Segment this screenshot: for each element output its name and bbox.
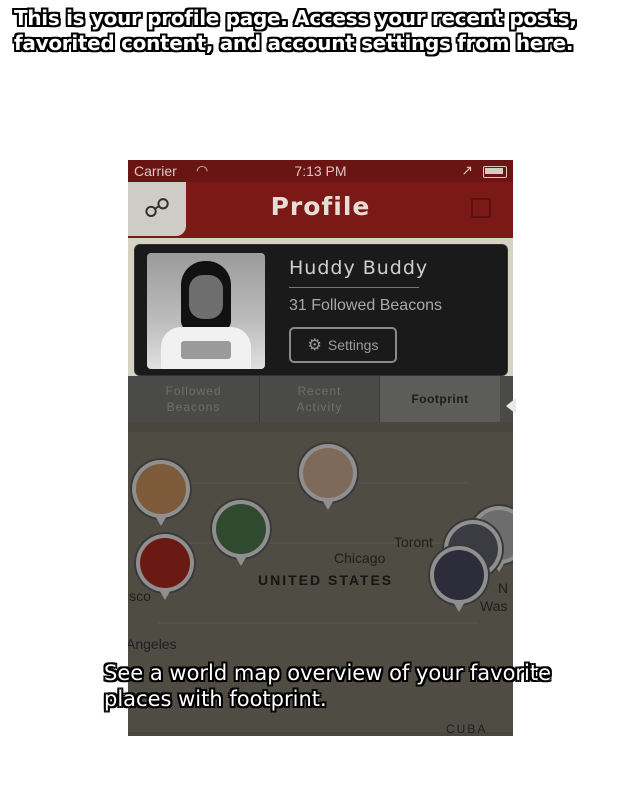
battery-icon (483, 166, 507, 178)
map-label-los-angeles: Angeles (128, 636, 177, 652)
map-label-cuba: CUBA (446, 722, 488, 736)
phone-screen: Carrier ◠ 7:13 PM ↗ ☍ Profile Huddy Budd… (128, 160, 513, 736)
map-label-san-francisco: isco (128, 588, 151, 604)
tab-recent-activity[interactable]: Recent Activity (260, 376, 380, 422)
pin-photo (216, 504, 266, 554)
map-road (158, 622, 478, 624)
status-bar: Carrier ◠ 7:13 PM ↗ (128, 160, 513, 182)
status-time: 7:13 PM (294, 163, 347, 179)
tab-followed-beacons[interactable]: Followed Beacons (128, 376, 260, 422)
followed-beacons-count: 31 Followed Beacons (289, 297, 442, 314)
map-label-washington: Was (480, 598, 508, 614)
map-pin[interactable] (132, 460, 190, 526)
map-pin[interactable] (212, 500, 270, 566)
nav-bar: ☍ Profile (128, 182, 513, 238)
pin-photo (303, 448, 353, 498)
profile-tabs: Followed Beacons Recent Activity Footpri… (128, 376, 513, 422)
compose-icon[interactable] (471, 198, 491, 218)
tab-label: Recent Activity (296, 383, 343, 414)
profile-name: Huddy Buddy (289, 257, 429, 279)
gear-icon: ⚙ (307, 337, 322, 354)
map-pin[interactable] (136, 534, 194, 600)
pin-photo (434, 550, 484, 600)
map-label-toronto: Toront (394, 534, 433, 550)
page-title: Profile (270, 192, 371, 221)
pin-photo (140, 538, 190, 588)
chevron-left-icon (506, 398, 516, 414)
name-divider (289, 287, 419, 288)
map-pin[interactable] (430, 546, 488, 612)
map-pin[interactable] (299, 444, 357, 510)
avatar (147, 253, 265, 369)
tab-footprint[interactable]: Footprint (380, 376, 500, 422)
tab-label: Followed Beacons (165, 383, 222, 414)
location-arrow-icon: ↗ (461, 162, 473, 178)
settings-label: Settings (327, 337, 379, 353)
bottom-caption: See a world map overview of your favorit… (104, 661, 552, 712)
tab-label: Footprint (411, 391, 469, 406)
top-caption: This is your profile page. Access your r… (14, 6, 577, 55)
map-label-chicago: Chicago (334, 550, 386, 566)
profile-card: Huddy Buddy 31 Followed Beacons ⚙ Settin… (134, 244, 508, 376)
settings-button[interactable]: ⚙ Settings (289, 327, 397, 363)
map-label-new-york: N (498, 580, 509, 596)
map-label-united-states: UNITED STATES (258, 572, 394, 588)
pin-photo (136, 464, 186, 514)
